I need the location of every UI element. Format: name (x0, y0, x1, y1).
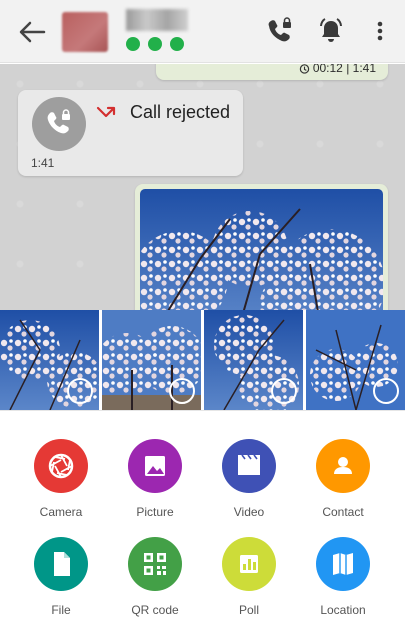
attach-poll-button[interactable]: Poll (201, 537, 297, 632)
file-icon (34, 537, 88, 591)
attach-contact-button[interactable]: Contact (295, 439, 391, 534)
gallery-thumb[interactable] (102, 310, 201, 410)
attach-label: Camera (39, 505, 83, 519)
call-time: 1:41 (31, 156, 55, 170)
phone-lock-icon (47, 109, 70, 134)
status-dot (148, 37, 162, 51)
select-circle[interactable] (271, 378, 297, 404)
attach-file-button[interactable]: File (13, 537, 109, 632)
attach-label: Contact (322, 505, 364, 519)
image-icon (128, 439, 182, 493)
image-message-bubble[interactable] (135, 184, 388, 310)
more-vert-icon[interactable] (365, 16, 395, 46)
gallery-thumb[interactable] (204, 310, 303, 410)
attach-picture-button[interactable]: Picture (107, 439, 203, 534)
status-dot (126, 37, 140, 51)
message-meta: 00:12 | 1:41 (299, 64, 376, 75)
map-icon (316, 537, 370, 591)
attach-label: Location (320, 603, 366, 617)
attach-label: Poll (238, 603, 259, 617)
video-clapper-icon (222, 439, 276, 493)
attach-menu: Camera Picture Video Contact File QR cod… (0, 410, 405, 640)
contact-name[interactable] (126, 9, 188, 31)
attach-label: Picture (136, 505, 174, 519)
app-bar (0, 0, 405, 63)
attach-label: File (51, 603, 71, 617)
recent-photos-strip[interactable] (0, 310, 405, 410)
status-dots (126, 37, 184, 51)
attach-camera-button[interactable]: Camera (13, 439, 109, 534)
arrow-left-icon[interactable] (14, 18, 50, 46)
qr-code-icon (128, 537, 182, 591)
avatar[interactable] (62, 12, 108, 52)
select-circle[interactable] (67, 378, 93, 404)
gallery-thumb[interactable] (306, 310, 405, 410)
select-circle[interactable] (373, 378, 399, 404)
call-message-bubble[interactable]: Call rejected 1:41 (18, 90, 243, 176)
timer-icon (299, 64, 310, 74)
attach-qr-code-button[interactable]: QR code (107, 537, 203, 632)
poll-chart-icon (222, 537, 276, 591)
chat-area[interactable]: 00:12 | 1:41 Call rejected 1:41 (0, 64, 405, 310)
message-bubble[interactable]: 00:12 | 1:41 (156, 64, 388, 80)
message-time: 00:12 | 1:41 (312, 64, 376, 75)
contact-person-icon (316, 439, 370, 493)
gallery-thumb[interactable] (0, 310, 99, 410)
bell-alert-icon[interactable] (316, 16, 346, 46)
camera-aperture-icon (34, 439, 88, 493)
call-icon-circle (32, 97, 86, 151)
attach-location-button[interactable]: Location (295, 537, 391, 632)
call-rejected-arrow-icon (96, 106, 116, 118)
message-photo[interactable] (140, 189, 383, 310)
select-circle[interactable] (169, 378, 195, 404)
call-status-text: Call rejected (130, 102, 231, 122)
phone-lock-icon[interactable] (264, 16, 294, 46)
attach-label: QR code (131, 603, 179, 617)
attach-video-button[interactable]: Video (201, 439, 297, 534)
attach-label: Video (233, 505, 265, 519)
status-dot (170, 37, 184, 51)
